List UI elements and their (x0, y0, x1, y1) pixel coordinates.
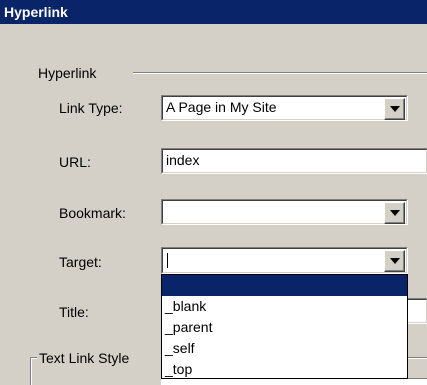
chevron-down-icon (390, 210, 400, 216)
frame-border-highlight (31, 358, 32, 385)
chevron-down-icon (390, 258, 400, 264)
url-label: URL: (59, 154, 91, 170)
title-label: Title: (59, 304, 89, 320)
target-option-top[interactable]: _top (162, 359, 407, 380)
url-value: index (166, 152, 200, 168)
text-link-style-label: Text Link Style (38, 350, 131, 366)
target-option-self[interactable]: _self (162, 338, 407, 359)
bookmark-select[interactable] (161, 199, 408, 225)
target-option-parent[interactable]: _parent (162, 317, 407, 338)
target-option-blank[interactable]: _blank (162, 296, 407, 317)
target-select[interactable] (161, 247, 408, 274)
link-type-dropdown-button[interactable] (384, 98, 405, 120)
link-type-label: Link Type: (59, 100, 123, 116)
group-divider-highlight (133, 73, 427, 74)
bookmark-label: Bookmark: (59, 205, 126, 221)
target-option-empty[interactable] (162, 275, 407, 296)
target-dropdown-button[interactable] (384, 250, 405, 272)
target-dropdown-list[interactable]: _blank _parent _self _top (161, 274, 408, 379)
frame-border-highlight (408, 358, 427, 359)
group-label-hyperlink: Hyperlink (38, 65, 103, 81)
chevron-down-icon (390, 106, 400, 112)
text-caret (167, 253, 168, 268)
url-input[interactable]: index (161, 148, 427, 174)
link-type-value: A Page in My Site (166, 99, 277, 115)
bookmark-dropdown-button[interactable] (384, 202, 405, 224)
link-type-select[interactable]: A Page in My Site (161, 95, 408, 121)
window-title: Hyperlink (0, 0, 427, 24)
target-label: Target: (59, 254, 102, 270)
